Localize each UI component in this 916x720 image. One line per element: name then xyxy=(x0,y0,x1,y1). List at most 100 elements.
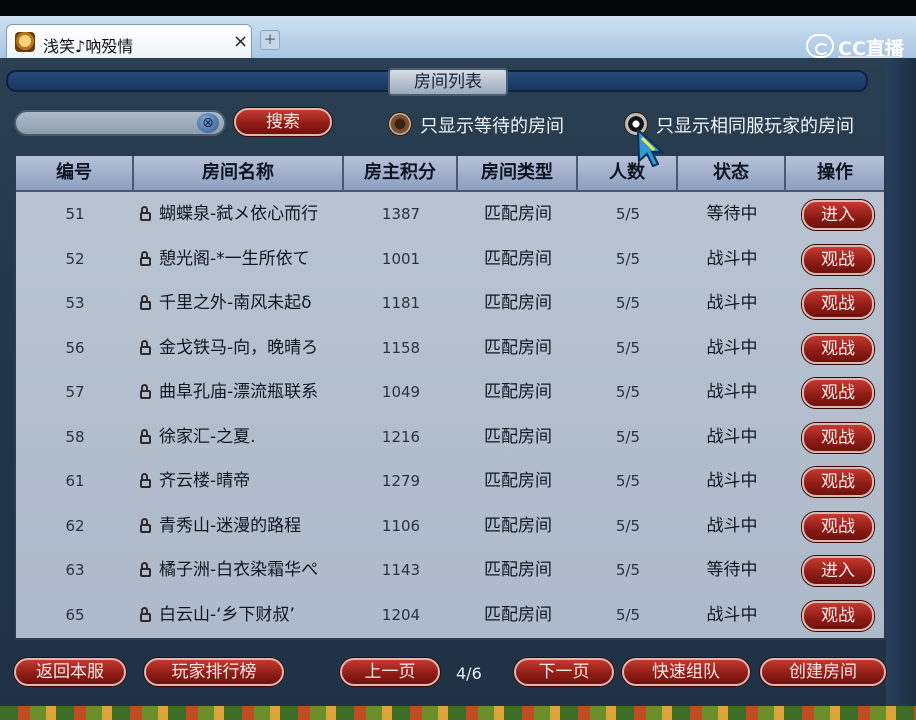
enter-room-button[interactable]: 进入 xyxy=(802,200,874,230)
table-row[interactable]: 56 金戈铁马-向，晚晴ろ 1158 匹配房间 5/5 战斗中 观战 xyxy=(16,326,884,370)
cell-name: 徐家汇-之夏. xyxy=(134,415,344,459)
table-row[interactable]: 53 千里之外-南风未起δ 1181 匹配房间 5/5 战斗中 观战 xyxy=(16,281,884,325)
cell-id: 63 xyxy=(65,561,85,579)
lock-icon xyxy=(140,250,151,266)
table-row[interactable]: 65 白云山-‘乡下财叔’ 1204 匹配房间 5/5 战斗中 观战 xyxy=(16,593,884,637)
cell-players: 5/5 xyxy=(615,383,641,401)
create-room-button[interactable]: 创建房间 xyxy=(760,658,886,686)
browser-tabstrip: 浅笑♪吶殁情 × + CC直播 xyxy=(0,16,916,60)
lock-icon xyxy=(140,562,151,577)
cell-score: 1181 xyxy=(381,294,421,312)
cell-score: 1143 xyxy=(381,561,421,579)
table-row[interactable]: 51 蝴蝶泉-弑メ依心而行 1387 匹配房间 5/5 等待中 进入 xyxy=(16,192,884,236)
column-header-score: 房主积分 xyxy=(344,156,458,190)
favicon-icon xyxy=(15,32,35,52)
cell-type: 匹配房间 xyxy=(484,204,552,224)
browser-tab[interactable]: 浅笑♪吶殁情 × xyxy=(6,24,252,58)
cell-status: 战斗中 xyxy=(706,471,758,491)
spectate-button[interactable]: 观战 xyxy=(802,600,874,631)
table-row[interactable]: 61 齐云楼-晴帝 1279 匹配房间 5/5 战斗中 观战 xyxy=(16,459,884,503)
game-scene-strip xyxy=(0,706,916,720)
spectate-button[interactable]: 观战 xyxy=(802,244,874,275)
room-name-text: 憩光阁-*一生所依て xyxy=(159,248,310,269)
spectate-button[interactable]: 观战 xyxy=(802,511,874,542)
cell-status: 战斗中 xyxy=(706,426,758,447)
cell-name: 千里之外-南风未起δ xyxy=(134,281,344,325)
filter-same-server-label: 只显示相同服玩家的房间 xyxy=(656,116,854,137)
cell-status: 战斗中 xyxy=(706,337,758,358)
cell-id: 65 xyxy=(65,605,85,624)
cell-players: 5/5 xyxy=(615,249,641,268)
table-row[interactable]: 58 徐家汇-之夏. 1216 匹配房间 5/5 战斗中 观战 xyxy=(16,415,884,459)
spectate-button[interactable]: 观战 xyxy=(802,333,874,364)
table-row[interactable]: 62 青秀山-迷漫的路程 1106 匹配房间 5/5 战斗中 观战 xyxy=(16,504,884,548)
cell-name: 蝴蝶泉-弑メ依心而行 xyxy=(134,192,344,236)
top-bar xyxy=(0,0,916,16)
lock-icon xyxy=(140,473,151,488)
prev-page-button[interactable]: 上一页 xyxy=(340,658,440,686)
cell-score: 1204 xyxy=(381,605,421,624)
table-row[interactable]: 63 橘子洲-白衣染霜华ぺ 1143 匹配房间 5/5 等待中 进入 xyxy=(16,548,884,592)
cell-score: 1106 xyxy=(381,516,421,535)
back-to-server-button[interactable]: 返回本服 xyxy=(14,658,126,686)
filter-waiting-label: 只显示等待的房间 xyxy=(420,116,564,137)
player-ranking-button[interactable]: 玩家排行榜 xyxy=(144,658,284,686)
cell-players: 5/5 xyxy=(615,561,641,579)
cloud-icon xyxy=(806,34,834,58)
filter-waiting-radio[interactable] xyxy=(388,112,412,136)
cell-name: 橘子洲-白衣染霜华ぺ xyxy=(134,548,344,592)
search-input[interactable] xyxy=(14,110,226,136)
cell-status: 战斗中 xyxy=(706,604,758,625)
cell-id: 51 xyxy=(65,205,85,223)
quick-team-button[interactable]: 快速组队 xyxy=(622,658,750,686)
table-header: 编号 房间名称 房主积分 房间类型 人数 状态 操作 xyxy=(16,156,884,192)
room-table: 编号 房间名称 房主积分 房间类型 人数 状态 操作 51 蝴蝶泉-弑メ依心而行 1… xyxy=(14,154,886,640)
room-name-text: 齐云楼-晴帝 xyxy=(159,471,251,491)
cell-status: 等待中 xyxy=(706,560,758,580)
cell-status: 战斗中 xyxy=(706,382,758,402)
cell-type: 匹配房间 xyxy=(484,604,552,625)
room-name-text: 青秀山-迷漫的路程 xyxy=(159,515,302,536)
new-tab-button[interactable]: + xyxy=(260,30,280,50)
cell-players: 5/5 xyxy=(615,516,641,535)
table-row[interactable]: 57 曲阜孔庙-漂流瓶联系 1049 匹配房间 5/5 战斗中 观战 xyxy=(16,370,884,414)
cell-type: 匹配房间 xyxy=(484,337,552,358)
spectate-button[interactable]: 观战 xyxy=(802,422,874,453)
lock-icon xyxy=(140,428,151,444)
next-page-button[interactable]: 下一页 xyxy=(514,658,614,686)
cell-type: 匹配房间 xyxy=(484,382,552,402)
cell-id: 57 xyxy=(65,383,85,401)
cell-players: 5/5 xyxy=(615,605,641,624)
lock-icon xyxy=(140,517,151,533)
table-row[interactable]: 52 憩光阁-*一生所依て 1001 匹配房间 5/5 战斗中 观战 xyxy=(16,237,884,281)
cell-id: 53 xyxy=(65,294,85,312)
cell-score: 1049 xyxy=(381,383,421,401)
cell-type: 匹配房间 xyxy=(484,560,552,580)
close-icon[interactable]: × xyxy=(233,31,248,52)
room-name-text: 曲阜孔庙-漂流瓶联系 xyxy=(159,382,319,402)
spectate-button[interactable]: 观战 xyxy=(802,378,874,408)
room-name-text: 白云山-‘乡下财叔’ xyxy=(159,604,295,625)
page-indicator: 4/6 xyxy=(456,664,482,683)
spectate-button[interactable]: 观战 xyxy=(802,289,874,319)
lock-icon xyxy=(140,339,151,355)
room-name-text: 徐家汇-之夏. xyxy=(159,426,256,447)
cell-name: 青秀山-迷漫的路程 xyxy=(134,504,344,548)
cell-status: 战斗中 xyxy=(706,515,758,536)
cell-id: 58 xyxy=(65,427,85,446)
column-header-action: 操作 xyxy=(817,162,853,183)
column-header-status: 状态 xyxy=(678,156,786,190)
cell-id: 61 xyxy=(65,472,85,490)
cell-score: 1158 xyxy=(381,338,421,357)
enter-room-button[interactable]: 进入 xyxy=(802,556,874,586)
search-button[interactable]: 搜索 xyxy=(234,108,332,136)
cell-name: 曲阜孔庙-漂流瓶联系 xyxy=(134,370,344,414)
clear-search-icon[interactable]: ⊗ xyxy=(197,113,219,133)
cell-type: 匹配房间 xyxy=(484,515,552,536)
spectate-button[interactable]: 观战 xyxy=(802,467,874,497)
cell-id: 52 xyxy=(65,249,85,268)
cell-status: 战斗中 xyxy=(706,293,758,313)
cell-id: 62 xyxy=(65,516,85,535)
lock-icon xyxy=(140,606,151,622)
cell-players: 5/5 xyxy=(615,294,641,312)
